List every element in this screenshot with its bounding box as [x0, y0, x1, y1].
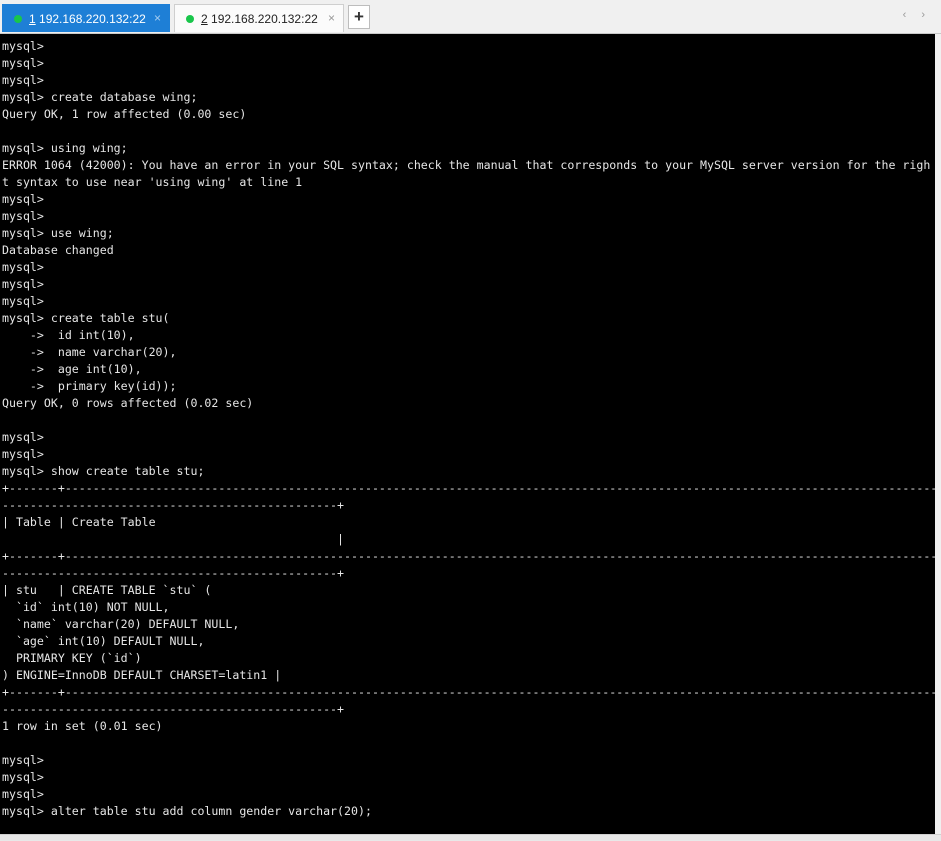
terminal-line: mysql>	[2, 260, 44, 274]
terminal-line: -> age int(10),	[2, 362, 142, 376]
new-tab-button[interactable]: +	[348, 5, 370, 29]
terminal-line: mysql> alter table stu add column gender…	[2, 804, 372, 818]
terminal-line: Query OK, 1 row affected (0.00 sec)	[2, 107, 247, 121]
terminal-line: mysql>	[2, 770, 44, 784]
session-tab-1[interactable]: 1 192.168.220.132:22 ×	[2, 4, 170, 32]
terminal-line: `id` int(10) NOT NULL,	[2, 600, 170, 614]
terminal-line: mysql>	[2, 192, 44, 206]
terminal-line: mysql> using wing;	[2, 141, 128, 155]
terminal-line: mysql>	[2, 447, 44, 461]
terminal-line: 1 row in set (0.01 sec)	[2, 719, 163, 733]
terminal-line: -> id int(10),	[2, 328, 135, 342]
terminal-line: mysql>	[2, 39, 44, 53]
terminal-line: Query OK, 0 rows affected (0.02 sec)	[2, 396, 254, 410]
scrollbar[interactable]	[935, 34, 941, 834]
terminal-line: +-------+-------------------------------…	[2, 481, 935, 495]
terminal-line: mysql> create database wing;	[2, 90, 198, 104]
terminal-line: mysql>	[2, 209, 44, 223]
terminal-line: ERROR 1064 (42000): You have an error in…	[2, 158, 931, 172]
terminal-line: ----------------------------------------…	[2, 566, 345, 580]
terminal-line: ----------------------------------------…	[2, 498, 345, 512]
terminal-line: ) ENGINE=InnoDB DEFAULT CHARSET=latin1 |	[2, 668, 282, 682]
session-tab-2[interactable]: 2 192.168.220.132:22 ×	[174, 4, 344, 32]
terminal-line: `age` int(10) DEFAULT NULL,	[2, 634, 205, 648]
close-icon[interactable]: ×	[328, 11, 335, 25]
terminal-line: -> name varchar(20),	[2, 345, 177, 359]
terminal-line: mysql> create table stu(	[2, 311, 170, 325]
terminal-line: ----------------------------------------…	[2, 702, 345, 716]
terminal-line: mysql>	[2, 787, 44, 801]
terminal-output[interactable]: mysql> mysql> mysql> mysql> create datab…	[0, 34, 935, 834]
terminal-line: | stu | CREATE TABLE `stu` (	[2, 583, 212, 597]
close-icon[interactable]: ×	[154, 11, 161, 25]
terminal-line: |	[2, 532, 345, 546]
terminal-line: -> primary key(id));	[2, 379, 177, 393]
tab-scroll-arrows-icon[interactable]: ‹ ›	[903, 9, 931, 21]
terminal-line: mysql>	[2, 753, 44, 767]
terminal-line: mysql>	[2, 73, 44, 87]
terminal-line: mysql>	[2, 294, 44, 308]
terminal-text: mysql> mysql> mysql> mysql> create datab…	[0, 34, 935, 820]
status-bar	[0, 834, 941, 841]
terminal-line: | Table | Create Table	[2, 515, 156, 529]
terminal-line: +-------+-------------------------------…	[2, 685, 935, 699]
tab-label: 1 192.168.220.132:22	[29, 11, 146, 26]
terminal-line: `name` varchar(20) DEFAULT NULL,	[2, 617, 240, 631]
terminal-line: mysql>	[2, 430, 44, 444]
terminal-line: PRIMARY KEY (`id`)	[2, 651, 142, 665]
tab-label: 2 192.168.220.132:22	[201, 11, 318, 26]
terminal-line: mysql> use wing;	[2, 226, 114, 240]
tab-bar: 1 192.168.220.132:22 × 2 192.168.220.132…	[0, 0, 941, 34]
terminal-line: t syntax to use near 'using wing' at lin…	[2, 175, 303, 189]
terminal-line: mysql>	[2, 56, 44, 70]
connection-status-icon	[186, 14, 194, 23]
terminal-line: mysql>	[2, 277, 44, 291]
terminal-line: +-------+-------------------------------…	[2, 549, 935, 563]
terminal-line: Database changed	[2, 243, 114, 257]
connection-status-icon	[14, 14, 22, 23]
terminal-line: mysql> show create table stu;	[2, 464, 205, 478]
